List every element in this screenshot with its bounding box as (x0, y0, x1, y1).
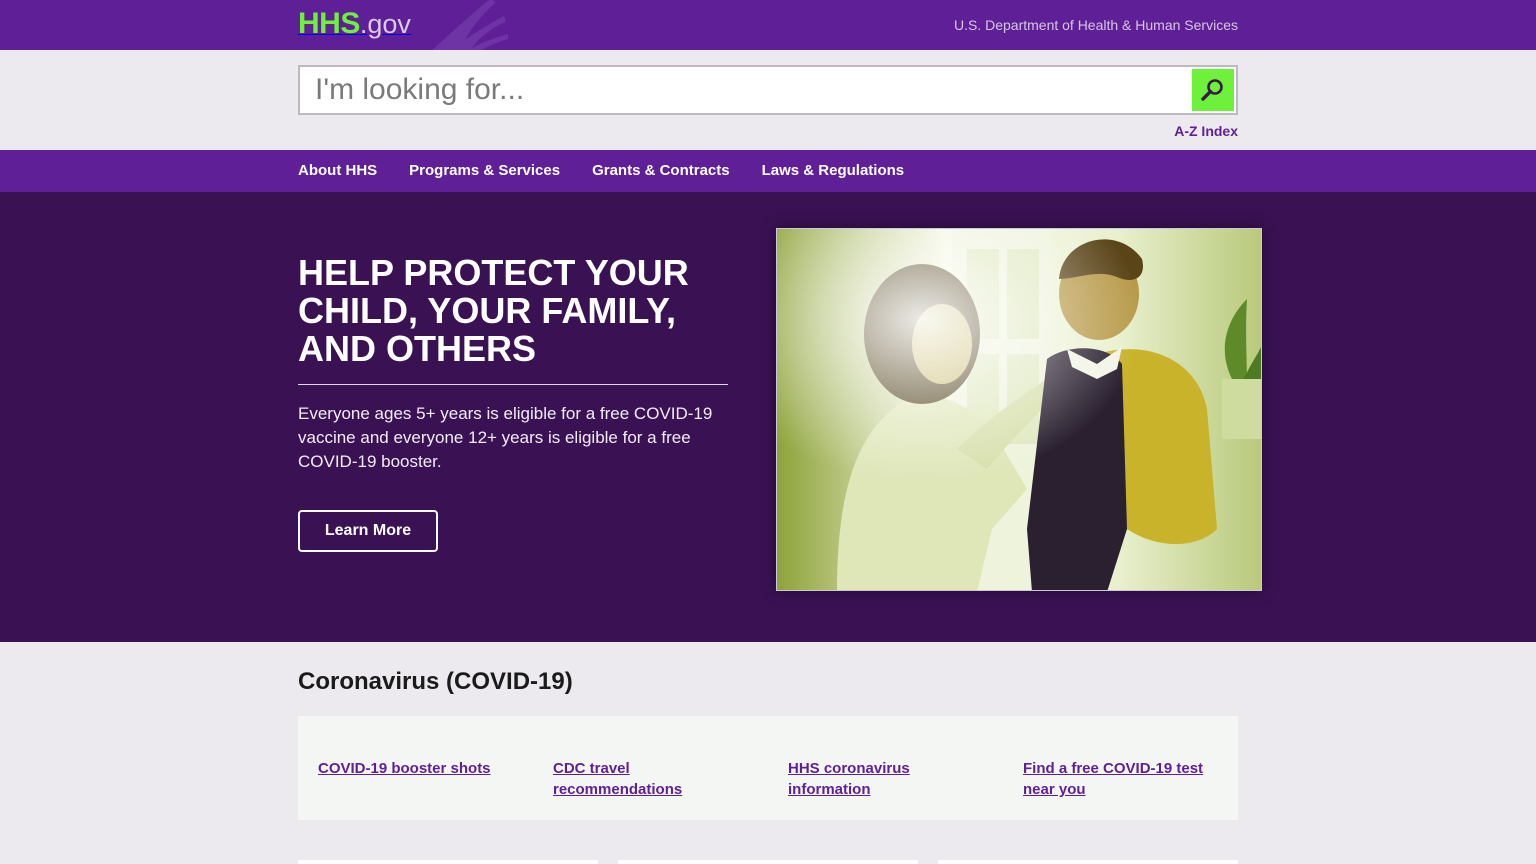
search-box (298, 65, 1238, 115)
nav-link-grants-contracts[interactable]: Grants & Contracts (592, 162, 730, 179)
eagle-icon (432, 0, 508, 50)
hero-illustration (777, 229, 1261, 590)
nav-list: About HHS Programs & Services Grants & C… (298, 150, 936, 192)
department-name: U.S. Department of Health & Human Servic… (953, 17, 1238, 33)
learn-more-button[interactable]: Learn More (298, 510, 438, 552)
search-band: A-Z Index (0, 50, 1536, 150)
covid-link-free-test[interactable]: Find a free COVID-19 test near you (1023, 758, 1223, 800)
hero-banner: HELP PROTECT YOUR CHILD, YOUR FAMILY, AN… (0, 192, 1536, 642)
main-nav: About HHS Programs & Services Grants & C… (0, 150, 1536, 192)
hero-photo (776, 228, 1262, 591)
top-bar: HHS.gov U.S. Department of Health & Huma… (0, 0, 1536, 50)
az-index-link[interactable]: A-Z Index (1174, 123, 1238, 139)
logo-gov-text: .gov (359, 9, 411, 39)
covid-links-panel: COVID-19 booster shots CDC travel recomm… (298, 716, 1238, 820)
hhs-logo[interactable]: HHS.gov (298, 8, 411, 45)
search-input[interactable] (300, 67, 1190, 113)
nav-item-about: About HHS (298, 162, 377, 180)
logo-hhs-text: HHS (298, 7, 360, 40)
nav-link-programs-services[interactable]: Programs & Services (409, 162, 560, 179)
covid-section-title: Coronavirus (COVID-19) (298, 668, 573, 695)
covid-link-booster-shots[interactable]: COVID-19 booster shots (318, 758, 518, 779)
card-stub (618, 860, 918, 864)
nav-item-grants: Grants & Contracts (592, 162, 730, 180)
covid-link-cdc-travel[interactable]: CDC travel recommendations (553, 758, 753, 800)
nav-item-programs: Programs & Services (409, 162, 560, 180)
card-stub (298, 860, 598, 864)
nav-link-about-hhs[interactable]: About HHS (298, 162, 377, 179)
search-button[interactable] (1192, 69, 1234, 111)
nav-link-laws-regulations[interactable]: Laws & Regulations (762, 162, 905, 179)
covid-link-hhs-info[interactable]: HHS coronavirus information (788, 758, 988, 800)
card-stub (938, 860, 1238, 864)
hero-title: HELP PROTECT YOUR CHILD, YOUR FAMILY, AN… (298, 252, 689, 369)
hero-divider (298, 384, 728, 385)
nav-item-laws: Laws & Regulations (762, 162, 905, 180)
hero-description: Everyone ages 5+ years is eligible for a… (298, 404, 713, 471)
search-icon (1201, 79, 1223, 101)
